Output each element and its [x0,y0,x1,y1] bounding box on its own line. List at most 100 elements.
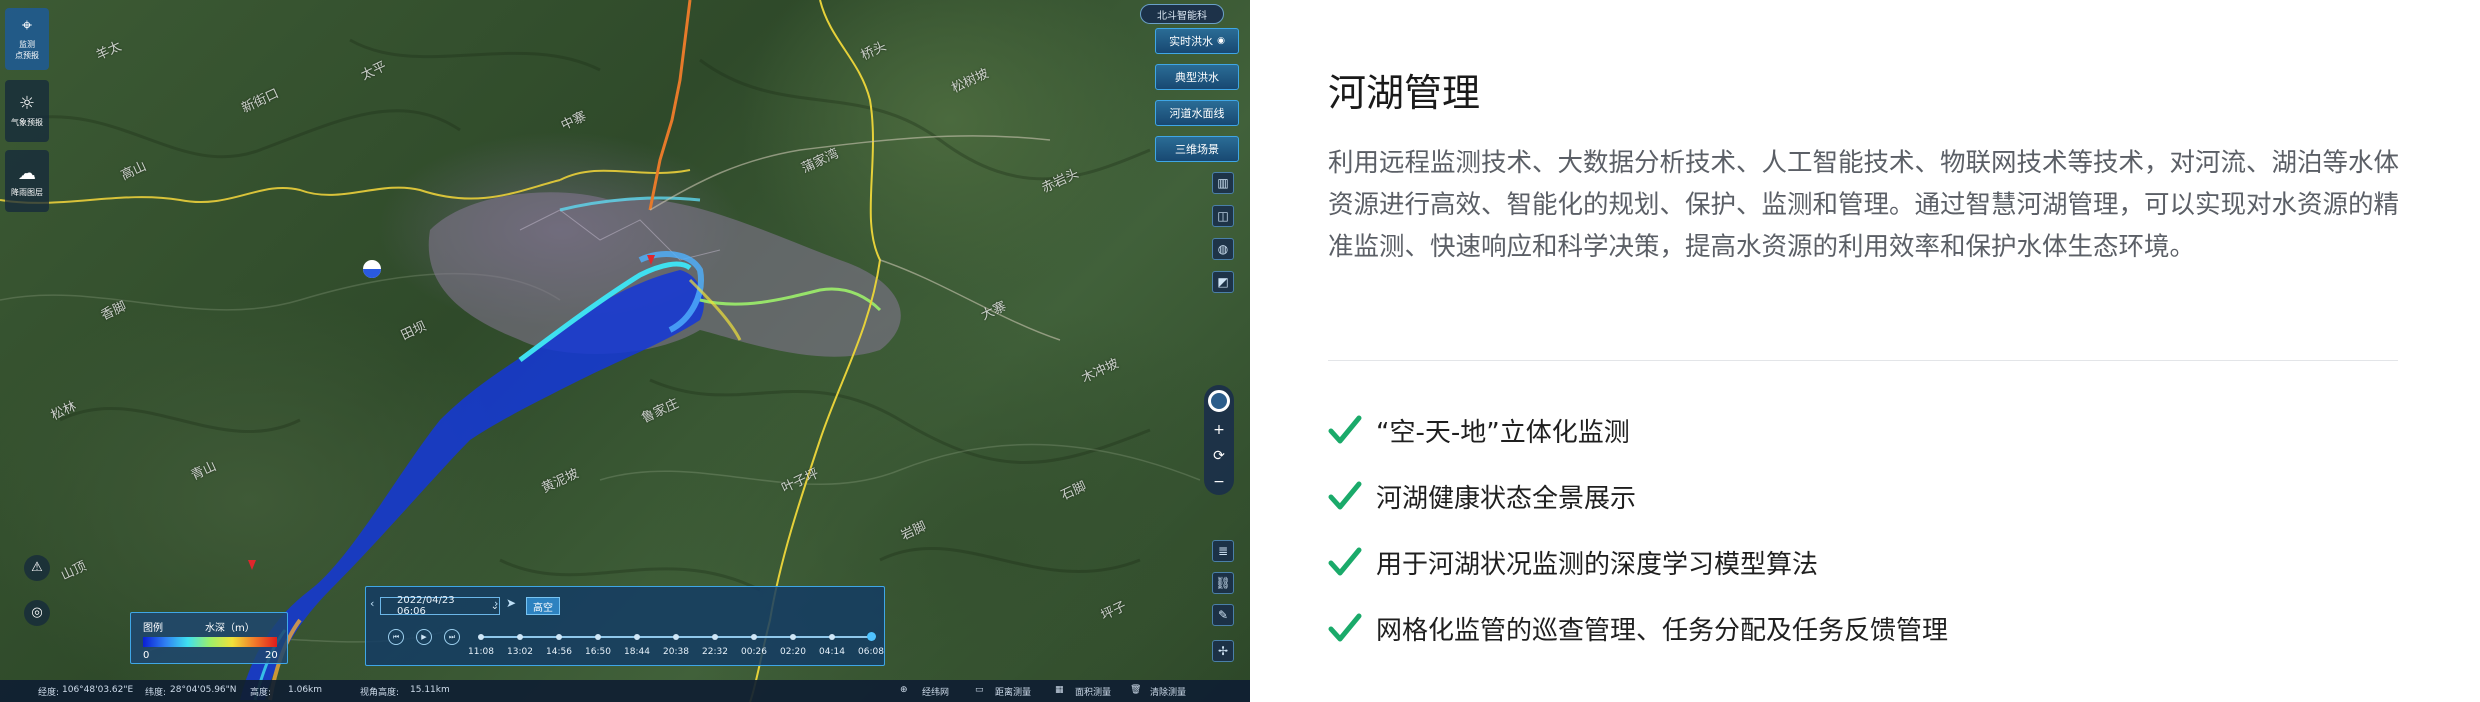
latitude-value: 28°04'05.96"N [170,685,237,695]
info-panel: 河湖管理 利用远程监测技术、大数据分析技术、人工智能技术、物联网技术等技术，对河… [1250,0,2480,702]
link-icon: ⛓ [1215,576,1231,590]
alarm-button[interactable]: ⚠ [24,555,50,581]
rewind-button[interactable]: ⏮ [388,629,404,645]
view-mode-button[interactable]: 高空 [526,597,560,615]
check-icon [1328,547,1362,576]
feature-item: 用于河湖状况监测的深度学习模型算法 [1328,542,1818,582]
graticule-button[interactable]: 经纬网 [922,685,949,698]
timeline-tick-label: 02:20 [780,647,806,657]
layer-button-label: 实时洪水 [1169,35,1214,48]
timeline-tick[interactable] [634,634,640,640]
distance-measure-button[interactable]: 距离测量 [995,685,1031,698]
legend-min: 0 [143,650,150,661]
map-view[interactable]: 羊太 新街口 高山 太平 蒲家湾 松树坡 赤岩头 大寨 木冲坡 香脚 松林 青山… [0,0,1250,702]
water-depth-legend: 图例 水深（m） 0 20 [130,612,288,664]
layer-button-label: 河道水面线 [1169,107,1225,120]
water-surface-line-button[interactable]: 河道水面线 [1155,100,1239,126]
rain-tool-button[interactable]: ☁ 降雨图层 [5,150,49,212]
timeline-tick[interactable] [751,634,757,640]
longitude-label: 经度: [38,688,60,698]
timeline-tick[interactable] [829,634,835,640]
timeline-panel: ‹ 2022/04/23 06:06 ⌄ › ➤ 高空 ⏮ ▶ ⏭ 11:08 1… [365,586,885,666]
forward-icon: ⏭ [448,632,456,641]
realtime-flood-button[interactable]: 实时洪水 ◉ [1155,28,1239,54]
link-tool[interactable]: ⛓ [1212,572,1234,594]
date-select[interactable]: 2022/04/23 06:06 ⌄ [380,595,500,617]
timeline-tick[interactable] [867,632,876,641]
distance-icon: ▭ [975,685,984,695]
3d-scene-button[interactable]: 三维场景 [1155,136,1239,162]
crosshair-icon: ✢ [1217,644,1229,658]
divider [1328,360,2398,361]
reset-view-icon[interactable]: ⟳ [1213,448,1225,464]
area-icon: ▦ [1055,685,1064,695]
timeline-tick-label: 00:26 [741,647,767,657]
feature-text: 河湖健康状态全景展示 [1376,483,1637,514]
globe-tool[interactable]: ◍ [1212,238,1234,260]
timeline-tick-label: 22:32 [702,647,728,657]
zoom-in-icon[interactable]: + [1213,422,1225,438]
target-icon: ◎ [31,605,43,620]
legend-unit: 水深（m） [205,623,255,634]
timeline-tick[interactable] [595,634,601,640]
pencil-icon: ✎ [1217,608,1229,622]
timeline-tick[interactable] [673,634,679,640]
layer-button-label: 典型洪水 [1175,71,1219,84]
weather-icon: ☼ [18,92,36,114]
play-button[interactable]: ▶ [416,629,432,645]
legend-color-ramp [143,637,277,647]
typical-flood-button[interactable]: 典型洪水 [1155,64,1239,90]
feature-item: 河湖健康状态全景展示 [1328,476,1636,516]
legend-title: 图例 [143,623,163,634]
height-label: 高度: [250,688,272,698]
split-icon: ◩ [1217,275,1229,289]
clear-measure-button[interactable]: 清除测量 [1150,685,1186,698]
layer-stack-tool[interactable]: ≣ [1212,540,1234,562]
timeline-tick-label: 06:08 [858,647,884,657]
timeline-tick-label: 13:02 [507,647,533,657]
zoom-controls: + ⟳ − [1204,385,1234,495]
bell-icon: ⚠ [31,560,43,575]
next-date-icon[interactable]: › [494,597,498,610]
layer-button-label: 三维场景 [1175,143,1219,156]
feature-item: 网格化监管的巡查管理、任务分配及任务反馈管理 [1328,608,1948,648]
brand-badge: 北斗智能科 [1140,4,1224,24]
area-measure-button[interactable]: 面积测量 [1075,685,1111,698]
forward-button[interactable]: ⏭ [444,629,460,645]
prev-date-icon[interactable]: ‹ [370,597,374,610]
send-icon[interactable]: ➤ [506,596,516,610]
graticule-icon: ⊕ [900,685,908,695]
check-icon [1328,613,1362,642]
globe-icon: ◍ [1217,242,1229,256]
timeline-tick-label: 16:50 [585,647,611,657]
timeline-tick[interactable] [517,634,523,640]
split-tool[interactable]: ◩ [1212,271,1234,293]
check-icon [1328,481,1362,510]
timeline-tick-label: 14:56 [546,647,572,657]
measure-tool[interactable]: ◫ [1212,205,1234,227]
weather-tool-button[interactable]: ☼ 气象预报 [5,80,49,142]
height-value: 1.06km [288,685,323,695]
longitude-value: 106°48'03.62"E [62,685,134,695]
timeline-tick[interactable] [478,634,484,640]
feature-text: 网格化监管的巡查管理、任务分配及任务反馈管理 [1376,615,1949,646]
play-icon: ▶ [421,633,427,641]
crosshair-tool[interactable]: ✢ [1212,640,1234,662]
layers-toggle-button[interactable]: ◎ [24,600,50,626]
edit-tool[interactable]: ✎ [1212,604,1234,626]
zoom-out-icon[interactable]: − [1213,474,1225,490]
layers-icon: ≣ [1217,544,1229,558]
date-value: 2022/04/23 06:06 [397,595,455,617]
building-icon: ▥ [1217,176,1229,190]
timeline-tick-label: 04:14 [819,647,845,657]
timeline-tick[interactable] [790,634,796,640]
timeline-tick[interactable] [556,634,562,640]
latitude-label: 纬度: [145,688,167,698]
timeline-tick[interactable] [712,634,718,640]
building-tool[interactable]: ▥ [1212,172,1234,194]
cloud-rain-icon: ☁ [18,162,36,184]
legend-max: 20 [265,650,278,661]
monitor-tool-button[interactable]: ⌖ 监测 点预报 [5,8,49,70]
compass-icon[interactable] [1208,390,1230,412]
page-title: 河湖管理 [1328,71,1481,115]
